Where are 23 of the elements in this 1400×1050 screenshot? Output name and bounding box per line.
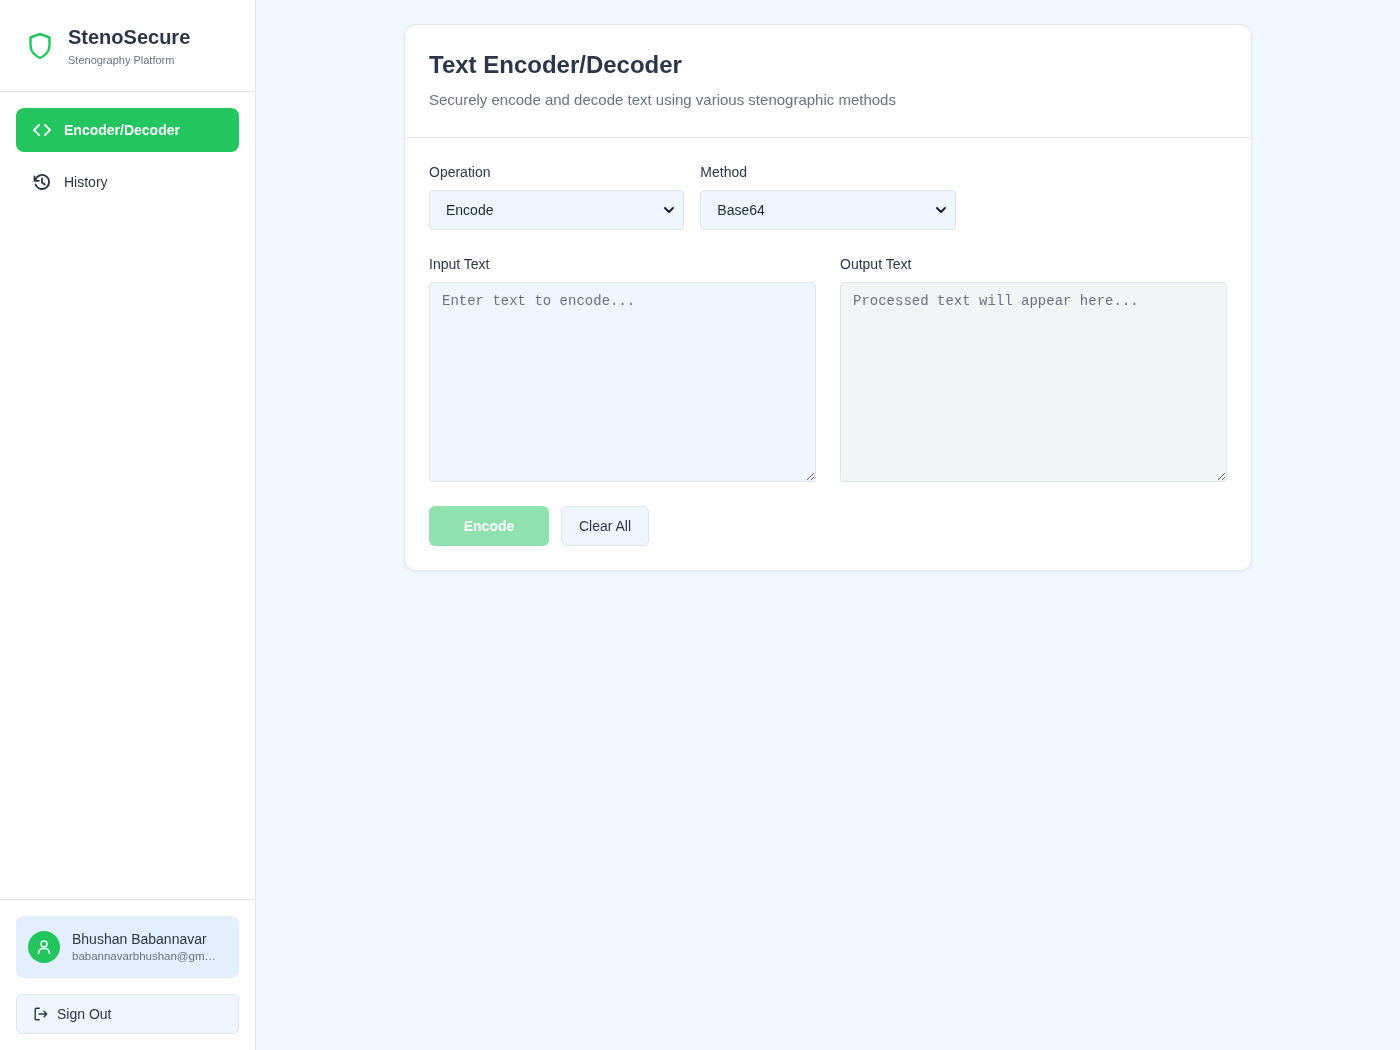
field-label: Output Text	[840, 255, 912, 274]
history-icon	[32, 172, 52, 192]
input-text-area[interactable]: Enter text to encode...	[429, 282, 816, 482]
nav-item[interactable]: History	[16, 160, 239, 204]
user-name: Bhushan Babannavar	[72, 930, 208, 948]
field-label: Method	[700, 163, 748, 182]
card-title: Text Encoder/Decoder	[429, 50, 683, 80]
card-subtitle: Securely encode and decode text using various stenographic methods	[429, 90, 897, 110]
field-label: Operation	[429, 163, 491, 182]
brand-tagline: Stenography Platform	[68, 52, 176, 68]
clear-button[interactable]: Clear All	[561, 506, 649, 546]
avatar-icon	[28, 931, 60, 963]
sign-out-button[interactable]: Sign Out	[16, 994, 239, 1034]
dropdown[interactable]: Encode	[429, 190, 685, 230]
shield-icon	[28, 31, 52, 60]
sign-out-icon	[33, 1006, 49, 1022]
field-label: Input Text	[429, 255, 490, 274]
user-email: babannavarbhushan@gm…	[72, 949, 217, 964]
chevron-down-icon	[664, 207, 675, 213]
brand-name: StenoSecure	[68, 24, 191, 50]
dropdown[interactable]: Base64	[700, 190, 956, 230]
chevron-down-icon	[935, 207, 946, 213]
output-text-area[interactable]: Processed text will appear here...	[840, 282, 1227, 482]
